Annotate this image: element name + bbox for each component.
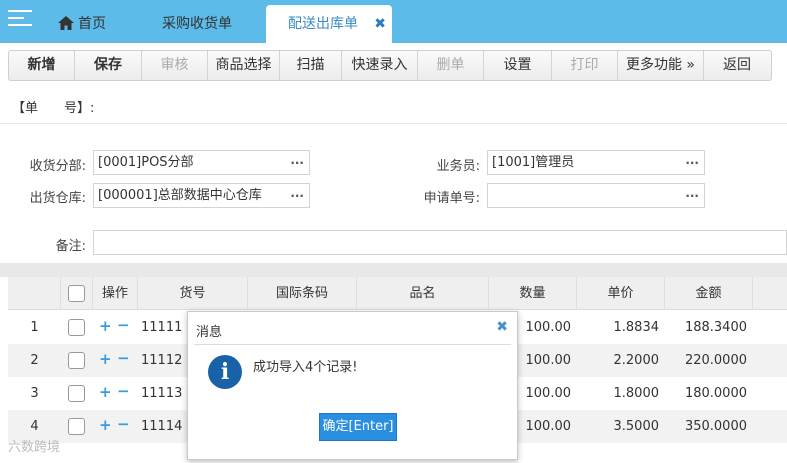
grid-separator xyxy=(0,263,787,277)
receive-branch-value: [0001]POS分部 xyxy=(98,155,194,170)
select-all-checkbox[interactable] xyxy=(68,285,85,302)
menu-icon[interactable] xyxy=(8,10,32,28)
row-amount: 180.0000 xyxy=(684,386,747,401)
row-index: 2 xyxy=(30,353,39,368)
tab-home-label: 首页 xyxy=(78,16,106,32)
row-checkbox[interactable] xyxy=(68,385,85,402)
toolbar-button-8[interactable]: 打印 xyxy=(552,51,618,80)
remove-row-icon[interactable]: − xyxy=(117,316,130,334)
close-icon[interactable]: ✖ xyxy=(374,5,386,43)
browse-icon[interactable]: ... xyxy=(290,149,304,172)
dialog-message: 成功导入4个记录! xyxy=(253,360,358,375)
row-unit-price[interactable]: 1.8834 xyxy=(577,311,660,344)
row-checkbox[interactable] xyxy=(68,319,85,336)
salesman-field[interactable]: [1001]管理员 ... xyxy=(487,150,705,175)
watermark-logo: 六数跨境 xyxy=(8,440,61,455)
toolbar: 新增 保存 审核 商品选择 扫描 快速录入 删单 设置 打印 更多功能 » 返回 xyxy=(8,50,772,81)
warehouse-label: 出货仓库: xyxy=(29,191,86,206)
tab-distribution-outbound[interactable]: 配送出库单 ✖ xyxy=(266,5,392,43)
header-amount[interactable]: 金额 xyxy=(665,277,753,310)
toolbar-button-4[interactable]: 扫描 xyxy=(280,51,342,80)
request-no-label: 申请单号: xyxy=(423,191,480,206)
header-product-name[interactable]: 品名 xyxy=(357,277,489,310)
request-no-field[interactable]: ... xyxy=(487,183,705,208)
tab-purchase-receipt[interactable]: 采购收货单 xyxy=(162,5,232,43)
order-number-label: 【单 号】: xyxy=(12,101,95,116)
toolbar-button-7[interactable]: 设置 xyxy=(484,51,552,80)
row-amount: 188.3400 xyxy=(684,320,747,335)
close-icon[interactable]: ✖ xyxy=(496,319,508,335)
row-code[interactable]: 11114 xyxy=(141,410,182,443)
grid-header: 操作 货号 国际条码 品名 数量 单价 金额 xyxy=(8,277,787,310)
row-unit-price[interactable]: 2.2000 xyxy=(577,344,660,377)
header-operation: 操作 xyxy=(93,277,138,310)
toolbar-button-6[interactable]: 删单 xyxy=(418,51,484,80)
toolbar-button-5[interactable]: 快速录入 xyxy=(342,51,418,80)
browse-icon[interactable]: ... xyxy=(685,182,699,205)
tab-purchase-label: 采购收货单 xyxy=(162,16,232,32)
browse-icon[interactable]: ... xyxy=(290,182,304,205)
receive-branch-field[interactable]: [0001]POS分部 ... xyxy=(93,150,310,175)
row-code[interactable]: 11111 xyxy=(141,311,182,344)
header-checkbox-cell xyxy=(61,277,93,310)
remove-row-icon[interactable]: − xyxy=(117,415,130,433)
header-barcode[interactable]: 国际条码 xyxy=(248,277,357,310)
add-row-icon[interactable]: + xyxy=(99,317,112,335)
info-icon: i xyxy=(208,355,242,389)
row-amount: 220.0000 xyxy=(684,353,747,368)
row-checkbox[interactable] xyxy=(68,352,85,369)
row-index: 3 xyxy=(30,386,39,401)
toolbar-button-10[interactable]: 返回 xyxy=(704,51,770,80)
header-index xyxy=(8,277,61,310)
tab-active-label: 配送出库单 xyxy=(288,16,358,32)
message-dialog: 消息 ✖ i 成功导入4个记录! 确定[Enter] xyxy=(187,311,518,460)
divider xyxy=(0,123,787,124)
confirm-button[interactable]: 确定[Enter] xyxy=(319,413,397,441)
warehouse-value: [000001]总部数据中心仓库 xyxy=(98,188,262,203)
receive-branch-label: 收货分部: xyxy=(29,159,86,174)
dialog-divider xyxy=(194,344,511,345)
row-index: 1 xyxy=(30,320,39,335)
row-unit-price[interactable]: 3.5000 xyxy=(577,410,660,443)
header-unit-price[interactable]: 单价 xyxy=(577,277,665,310)
add-row-icon[interactable]: + xyxy=(99,383,112,401)
remark-field[interactable] xyxy=(93,230,787,255)
remark-label: 备注: xyxy=(55,239,86,254)
remove-row-icon[interactable]: − xyxy=(117,349,130,367)
remove-row-icon[interactable]: − xyxy=(117,382,130,400)
tab-home[interactable]: 首页 xyxy=(58,5,106,43)
salesman-value: [1001]管理员 xyxy=(492,155,575,170)
add-row-icon[interactable]: + xyxy=(99,350,112,368)
warehouse-field[interactable]: [000001]总部数据中心仓库 ... xyxy=(93,183,310,208)
toolbar-button-0[interactable]: 新增 xyxy=(9,51,75,80)
browse-icon[interactable]: ... xyxy=(685,149,699,172)
row-unit-price[interactable]: 1.8000 xyxy=(577,377,660,410)
toolbar-button-3[interactable]: 商品选择 xyxy=(208,51,280,80)
home-icon xyxy=(58,16,74,30)
toolbar-button-9[interactable]: 更多功能 » xyxy=(618,51,704,80)
header-code[interactable]: 货号 xyxy=(138,277,248,310)
add-row-icon[interactable]: + xyxy=(99,416,112,434)
salesman-label: 业务员: xyxy=(436,159,480,174)
dialog-title: 消息 xyxy=(196,325,223,340)
row-amount: 350.0000 xyxy=(684,419,747,434)
toolbar-button-2[interactable]: 审核 xyxy=(142,51,208,80)
row-code[interactable]: 11112 xyxy=(141,344,182,377)
header-quantity[interactable]: 数量 xyxy=(489,277,577,310)
row-code[interactable]: 11113 xyxy=(141,377,182,410)
row-checkbox[interactable] xyxy=(68,418,85,435)
toolbar-button-1[interactable]: 保存 xyxy=(75,51,142,80)
top-tab-bar: 首页 采购收货单 配送出库单 ✖ xyxy=(0,0,787,43)
